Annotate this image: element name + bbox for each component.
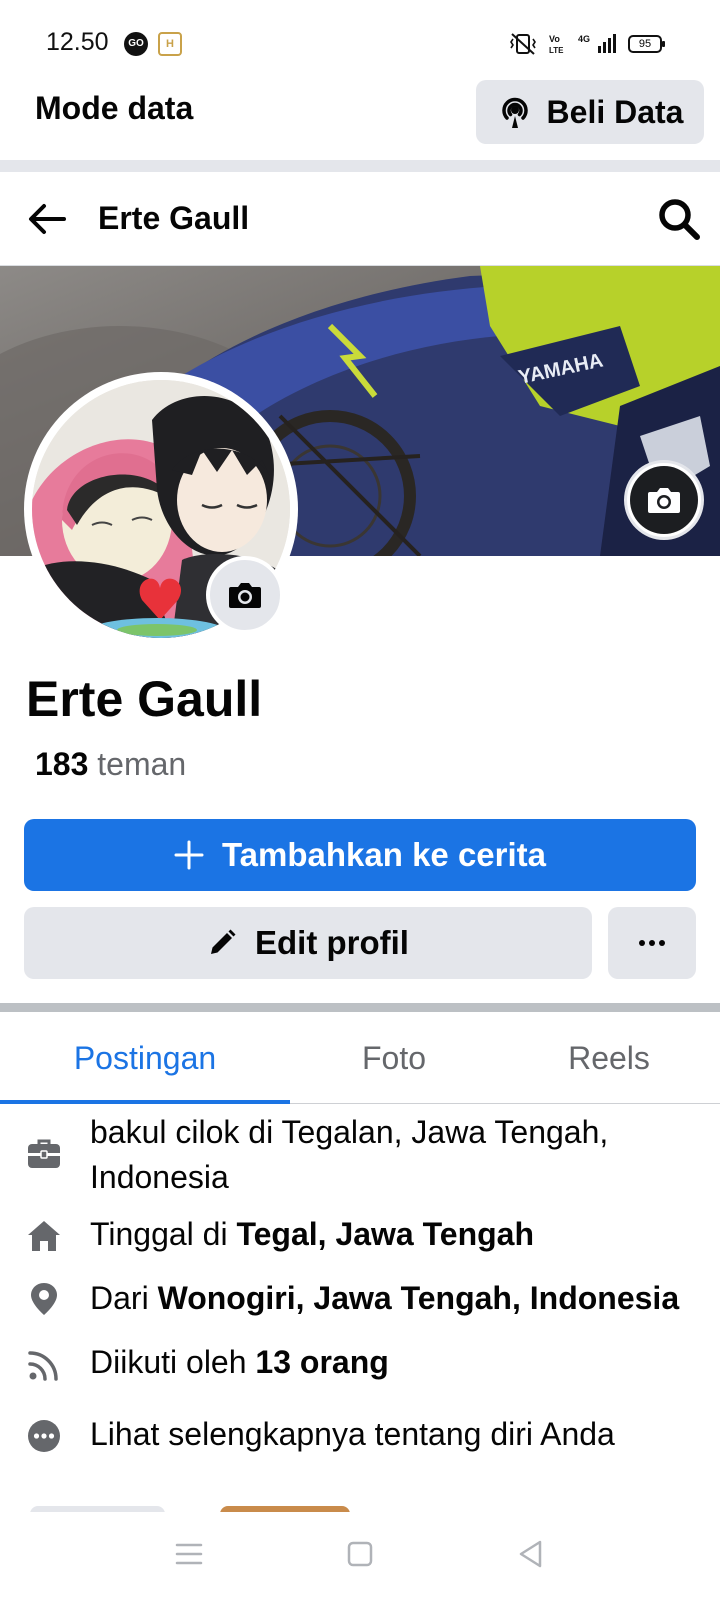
camera-icon: [229, 583, 261, 608]
more-dots-icon: [639, 940, 665, 946]
friends-count[interactable]: 183 teman: [35, 746, 186, 783]
edit-cover-button[interactable]: [624, 460, 704, 540]
add-to-story-button[interactable]: Tambahkan ke cerita: [24, 819, 696, 891]
detail-followers: Diikuti oleh 13 orang: [0, 1340, 720, 1390]
search-icon: [659, 199, 700, 240]
followers-text[interactable]: Diikuti oleh 13 orang: [90, 1340, 700, 1385]
detail-from: Dari Wonogiri, Jawa Tengah, Indonesia: [0, 1276, 720, 1326]
vibrate-icon: [510, 33, 536, 55]
work-text: bakul cilok di Tegalan, Jawa Tengah, Ind…: [90, 1114, 609, 1195]
arrow-left-icon: [29, 204, 66, 234]
tab-postingan[interactable]: Postingan: [0, 1012, 290, 1104]
menu-icon[interactable]: [174, 1540, 204, 1568]
battery-icon: 95: [628, 35, 665, 53]
svg-text:Vo: Vo: [549, 34, 560, 44]
system-nav-bar: [0, 1512, 720, 1600]
home-icon: [28, 1221, 60, 1251]
status-bar: 12.50 GO H Vo LTE 4G 95: [0, 0, 720, 80]
home-nav-icon[interactable]: [345, 1539, 375, 1569]
svg-text:4G: 4G: [578, 34, 590, 44]
volte-icon: Vo LTE: [549, 34, 564, 55]
active-tab-indicator: [0, 1100, 290, 1104]
profile-name: Erte Gaull: [26, 671, 263, 727]
more-options-button[interactable]: [608, 907, 696, 979]
detail-lives: Tinggal di Tegal, Jawa Tengah: [0, 1212, 720, 1262]
status-time: 12.50: [46, 28, 109, 56]
camera-icon: [648, 488, 680, 513]
edit-profile-button[interactable]: Edit profil: [24, 907, 592, 979]
section-divider: [0, 1003, 720, 1012]
banner-divider: [0, 160, 720, 172]
from-place[interactable]: Wonogiri, Jawa Tengah, Indonesia: [158, 1280, 680, 1316]
back-button[interactable]: [22, 194, 72, 244]
search-button[interactable]: [654, 194, 704, 244]
buy-data-button[interactable]: Beli Data: [476, 80, 704, 144]
lives-place[interactable]: Tegal, Jawa Tengah: [236, 1216, 534, 1252]
briefcase-icon: [28, 1139, 60, 1168]
status-icons: Vo LTE 4G 95: [508, 30, 665, 58]
svg-text:LTE: LTE: [549, 46, 564, 55]
followers-value: 13 orang: [255, 1344, 389, 1380]
pencil-icon: [211, 929, 236, 954]
see-more-text: Lihat selengkapnya tentang diri Anda: [90, 1416, 615, 1452]
mode-data-label: Mode data: [35, 90, 194, 126]
edit-profile-label: Edit profil: [255, 924, 409, 961]
lives-text: Tinggal di Tegal, Jawa Tengah: [90, 1212, 700, 1257]
from-text: Dari Wonogiri, Jawa Tengah, Indonesia: [90, 1276, 700, 1321]
header-title: Erte Gaull: [98, 200, 250, 236]
signal-icon: 4G: [578, 34, 616, 53]
tab-foto[interactable]: Foto: [290, 1012, 498, 1104]
lives-prefix: Tinggal di: [90, 1216, 228, 1252]
more-circle-icon: [28, 1420, 60, 1452]
followers-prefix: Diikuti oleh: [90, 1344, 247, 1380]
hd-app-icon: H: [158, 32, 182, 56]
plus-icon: [174, 840, 204, 870]
buy-data-label: Beli Data: [546, 93, 684, 130]
tab-reels[interactable]: Reels: [498, 1012, 720, 1104]
hotspot-icon: [501, 97, 528, 128]
friends-number: 183: [35, 746, 89, 782]
friends-label: teman: [97, 746, 187, 782]
edit-avatar-button[interactable]: [206, 556, 284, 634]
back-nav-icon[interactable]: [515, 1538, 545, 1570]
detail-see-more[interactable]: Lihat selengkapnya tentang diri Anda: [0, 1412, 720, 1462]
location-pin-icon: [31, 1283, 57, 1315]
from-prefix: Dari: [90, 1280, 149, 1316]
add-to-story-label: Tambahkan ke cerita: [221, 836, 547, 873]
rss-feed-icon: [28, 1351, 58, 1381]
profile-tabs: Postingan Foto Reels: [0, 1012, 720, 1104]
profile-header: Erte Gaull: [0, 172, 720, 266]
detail-work: bakul cilok di Tegalan, Jawa Tengah, Ind…: [0, 1110, 720, 1204]
go-app-icon: GO: [124, 32, 148, 56]
